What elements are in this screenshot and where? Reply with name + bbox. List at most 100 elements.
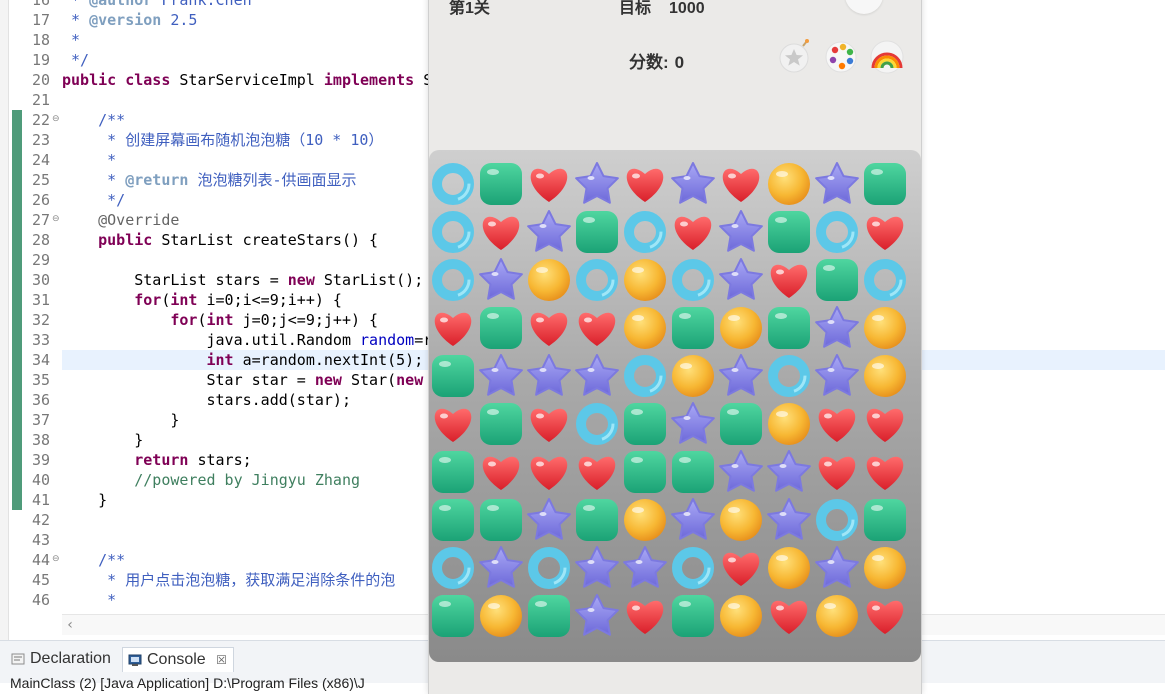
candy-green-square[interactable] [432,451,474,493]
candy-blue-ring[interactable] [576,259,618,301]
close-icon[interactable]: ☒ [216,653,227,667]
candy-orange-ball[interactable] [864,307,906,349]
candy-green-square[interactable] [576,499,618,541]
candy-red-heart[interactable] [722,552,760,586]
tab-console[interactable]: Console ☒ [122,647,234,672]
candy-purple-star[interactable] [815,354,859,396]
candy-orange-ball[interactable] [768,403,810,445]
candy-purple-star[interactable] [815,306,859,348]
candy-orange-ball[interactable] [624,307,666,349]
candy-green-square[interactable] [624,451,666,493]
candy-red-heart[interactable] [530,312,568,346]
candy-orange-ball[interactable] [864,355,906,397]
candy-green-square[interactable] [576,211,618,253]
candy-blue-ring[interactable] [672,259,714,301]
rainbow-icon[interactable] [869,38,905,74]
candy-purple-star[interactable] [815,546,859,588]
candy-orange-ball[interactable] [720,499,762,541]
candy-orange-ball[interactable] [720,595,762,637]
candy-green-square[interactable] [672,307,714,349]
candy-purple-star[interactable] [575,354,619,396]
candy-purple-star[interactable] [767,450,811,492]
candy-red-heart[interactable] [578,456,616,490]
candy-red-heart[interactable] [818,456,856,490]
candy-orange-ball[interactable] [480,595,522,637]
tab-declaration[interactable]: Declaration [6,647,117,671]
candy-orange-ball[interactable] [768,547,810,589]
candy-purple-star[interactable] [719,450,763,492]
candy-red-heart[interactable] [626,168,664,202]
game-board[interactable] [429,150,921,662]
candy-green-square[interactable] [864,163,906,205]
candy-purple-star[interactable] [671,498,715,540]
candy-purple-star[interactable] [479,354,523,396]
candy-orange-ball[interactable] [864,547,906,589]
candy-orange-ball[interactable] [624,259,666,301]
candy-purple-star[interactable] [527,498,571,540]
candy-green-square[interactable] [432,355,474,397]
candy-blue-ring[interactable] [432,163,474,205]
candy-purple-star[interactable] [575,162,619,204]
candy-green-square[interactable] [720,403,762,445]
candy-red-heart[interactable] [866,456,904,490]
candy-green-square[interactable] [528,595,570,637]
candy-red-heart[interactable] [866,600,904,634]
candy-red-heart[interactable] [578,312,616,346]
candy-red-heart[interactable] [626,600,664,634]
candy-purple-star[interactable] [671,402,715,444]
scroll-left-arrow-icon[interactable]: ‹ [62,615,78,635]
candy-green-square[interactable] [480,307,522,349]
candy-green-square[interactable] [480,163,522,205]
candy-red-heart[interactable] [530,168,568,202]
candy-blue-ring[interactable] [432,211,474,253]
candy-purple-star[interactable] [527,354,571,396]
candy-green-square[interactable] [480,403,522,445]
candy-blue-ring[interactable] [624,355,666,397]
candy-purple-star[interactable] [719,210,763,252]
candy-green-square[interactable] [624,403,666,445]
candy-orange-ball[interactable] [768,163,810,205]
candy-green-square[interactable] [768,307,810,349]
candy-red-heart[interactable] [482,456,520,490]
candy-purple-star[interactable] [623,546,667,588]
candy-purple-star[interactable] [719,354,763,396]
candy-blue-ring[interactable] [672,547,714,589]
candy-blue-ring[interactable] [432,547,474,589]
candy-purple-star[interactable] [575,594,619,636]
fold-toggle-icon[interactable]: ⊖ [52,214,60,224]
candy-red-heart[interactable] [482,216,520,250]
candy-orange-ball[interactable] [672,355,714,397]
candy-orange-ball[interactable] [816,595,858,637]
candy-red-heart[interactable] [722,168,760,202]
candy-purple-star[interactable] [575,546,619,588]
candy-purple-star[interactable] [719,258,763,300]
candy-red-heart[interactable] [818,408,856,442]
candy-green-square[interactable] [672,451,714,493]
candy-purple-star[interactable] [527,210,571,252]
candy-grid[interactable] [429,150,921,662]
candy-orange-ball[interactable] [528,259,570,301]
candy-green-square[interactable] [432,499,474,541]
candy-red-heart[interactable] [530,456,568,490]
candy-red-heart[interactable] [866,408,904,442]
candy-green-square[interactable] [864,499,906,541]
candy-blue-ring[interactable] [816,211,858,253]
candy-blue-ring[interactable] [768,355,810,397]
candy-purple-star[interactable] [479,546,523,588]
candy-purple-star[interactable] [479,258,523,300]
bomb-star-icon[interactable] [777,38,813,74]
candy-orange-ball[interactable] [720,307,762,349]
candy-green-square[interactable] [816,259,858,301]
candy-red-heart[interactable] [674,216,712,250]
fold-toggle-icon[interactable]: ⊖ [52,114,60,124]
candy-red-heart[interactable] [770,600,808,634]
candy-purple-star[interactable] [815,162,859,204]
candy-blue-ring[interactable] [816,499,858,541]
candy-red-heart[interactable] [434,312,472,346]
candy-red-heart[interactable] [770,264,808,298]
candy-blue-ring[interactable] [864,259,906,301]
candy-purple-star[interactable] [767,498,811,540]
candy-green-square[interactable] [672,595,714,637]
candy-blue-ring[interactable] [432,259,474,301]
candy-red-heart[interactable] [866,216,904,250]
